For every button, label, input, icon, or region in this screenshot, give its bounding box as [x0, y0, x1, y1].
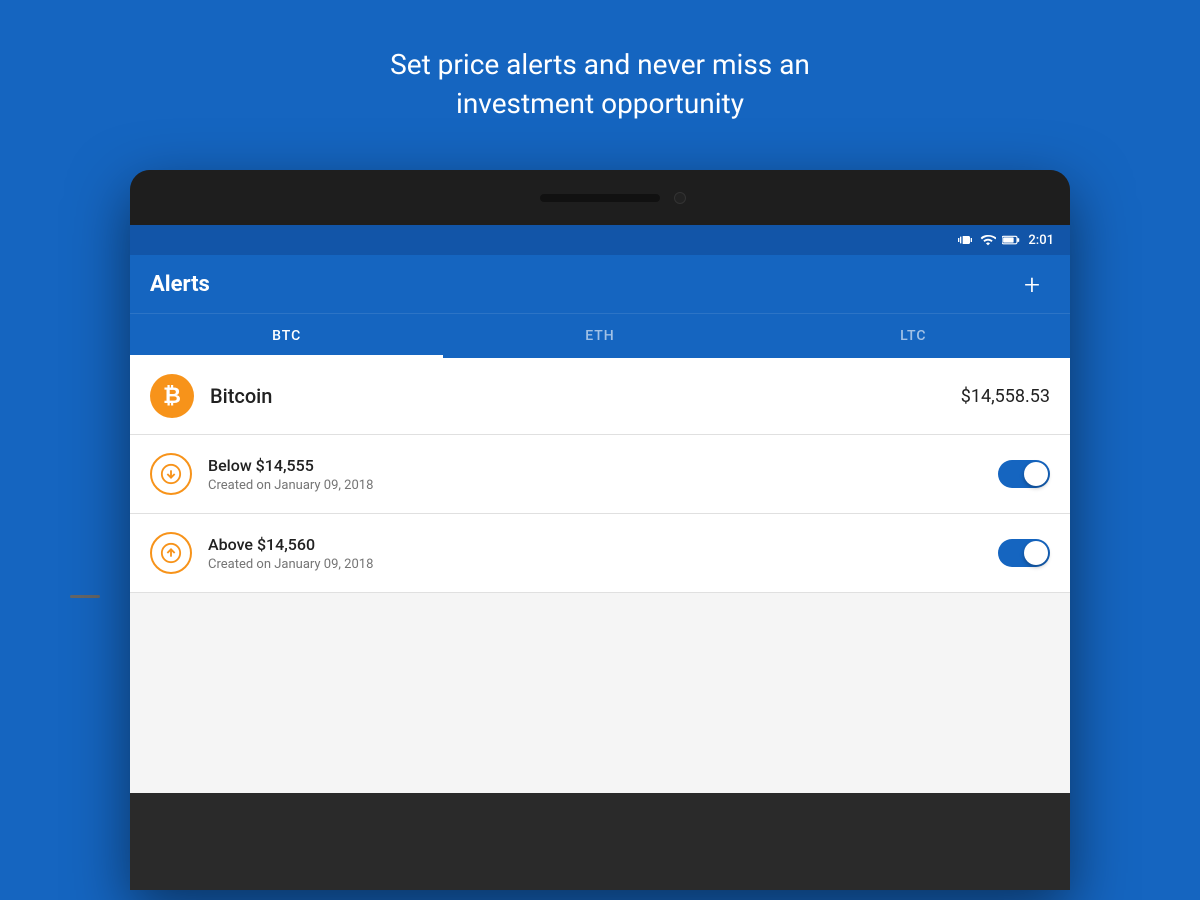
status-bar: 2:01: [130, 225, 1070, 255]
status-time: 2:01: [1028, 233, 1054, 248]
add-alert-button[interactable]: +: [1014, 266, 1050, 302]
below-alert-toggle[interactable]: [998, 460, 1050, 488]
tablet-speaker: [540, 194, 660, 202]
wifi-icon: [980, 232, 996, 248]
below-alert-date: Created on January 09, 2018: [208, 478, 998, 493]
tablet-camera: [674, 192, 686, 204]
content-area: ₿ Bitcoin $14,558.53 Belo: [130, 358, 1070, 593]
tab-eth[interactable]: ETH: [443, 314, 756, 358]
below-alert-info: Below $14,555 Created on January 09, 201…: [208, 456, 998, 493]
bitcoin-name: Bitcoin: [210, 384, 961, 408]
above-alert-info: Above $14,560 Created on January 09, 201…: [208, 535, 998, 572]
minimize-indicator: [70, 595, 100, 598]
above-alert-icon: [150, 532, 192, 574]
status-icons: [958, 232, 1020, 248]
alert-row-below: Below $14,555 Created on January 09, 201…: [130, 435, 1070, 514]
bitcoin-icon: ₿: [150, 374, 194, 418]
above-alert-label: Above $14,560: [208, 535, 998, 554]
bitcoin-price: $14,558.53: [961, 386, 1050, 407]
tabs-bar: BTC ETH LTC: [130, 313, 1070, 358]
battery-icon: [1002, 232, 1020, 248]
empty-area: [130, 593, 1070, 793]
headline: Set price alerts and never miss an inves…: [0, 0, 1200, 153]
tab-ltc[interactable]: LTC: [757, 314, 1070, 358]
tablet-frame: 2:01 Alerts + BTC ETH LTC: [130, 170, 1070, 890]
tab-btc[interactable]: BTC: [130, 314, 443, 358]
tablet-screen: 2:01 Alerts + BTC ETH LTC: [130, 225, 1070, 793]
toggle-knob-below: [1024, 462, 1048, 486]
tablet-top-bar: [130, 170, 1070, 225]
vibrate-icon: [958, 232, 974, 248]
app-bar: Alerts +: [130, 255, 1070, 313]
alert-row-above: Above $14,560 Created on January 09, 201…: [130, 514, 1070, 593]
app-bar-title: Alerts: [150, 272, 210, 297]
below-alert-icon: [150, 453, 192, 495]
above-alert-toggle[interactable]: [998, 539, 1050, 567]
above-alert-date: Created on January 09, 2018: [208, 557, 998, 572]
bitcoin-header-row: ₿ Bitcoin $14,558.53: [130, 358, 1070, 435]
toggle-knob-above: [1024, 541, 1048, 565]
below-alert-label: Below $14,555: [208, 456, 998, 475]
